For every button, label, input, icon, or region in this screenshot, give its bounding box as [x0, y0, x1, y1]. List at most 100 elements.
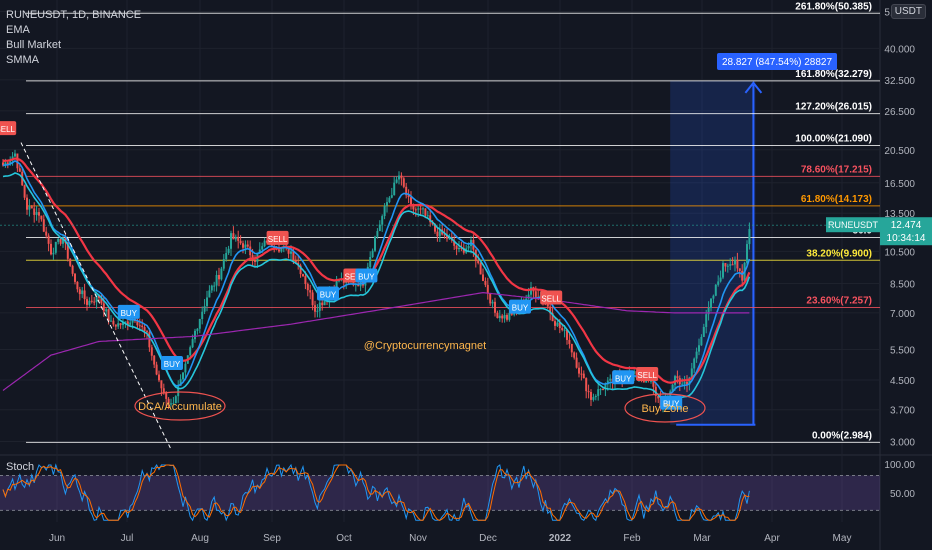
- candle-body: [261, 246, 264, 250]
- buy-zone-label: Buy Zone: [641, 403, 688, 415]
- price-chart[interactable]: 51.00040.00032.50026.50020.50016.50013.5…: [0, 0, 932, 550]
- candle-body: [90, 300, 93, 302]
- watermark-text: @Cryptocurrencymagnet: [364, 340, 486, 352]
- candle-body: [54, 241, 57, 253]
- candle-body: [534, 291, 537, 297]
- y-tick-label: 32.500: [884, 76, 915, 87]
- candle-body: [52, 252, 55, 255]
- x-tick-label: Sep: [263, 533, 281, 544]
- candle-body: [117, 323, 120, 327]
- candle-body: [196, 328, 199, 331]
- x-tick-label: May: [833, 533, 852, 544]
- candle-body: [210, 285, 213, 291]
- candle-body: [494, 301, 496, 313]
- measure-box: [670, 80, 756, 425]
- candle-body: [486, 284, 489, 294]
- candle-body: [114, 324, 117, 327]
- candle-body: [158, 374, 160, 381]
- symbol-title[interactable]: RUNEUSDT, 1D, BINANCE: [6, 8, 141, 23]
- candle-body: [683, 381, 686, 384]
- candle-body: [81, 290, 84, 295]
- candle-body: [76, 281, 79, 290]
- candle-body: [83, 290, 86, 300]
- candle-body: [93, 301, 96, 303]
- candle-body: [402, 178, 405, 187]
- candle-body: [710, 298, 712, 308]
- candle-body: [561, 328, 564, 331]
- stoch-title: Stoch: [6, 461, 34, 473]
- candle-body: [698, 345, 700, 352]
- candle-body: [484, 280, 487, 285]
- x-tick-label: Dec: [479, 533, 497, 544]
- candle-body: [141, 325, 144, 328]
- stoch-tick-label: 50.00: [890, 489, 915, 500]
- candle-body: [393, 182, 396, 196]
- currency-badge[interactable]: USDT: [890, 4, 926, 19]
- buy-signal-label: BUY: [121, 309, 138, 318]
- candle-body: [700, 336, 703, 346]
- candle-body: [508, 312, 511, 320]
- candle-body: [371, 250, 374, 257]
- candle-body: [304, 276, 307, 285]
- indicator-ema[interactable]: EMA: [6, 23, 141, 38]
- candle-body: [597, 389, 600, 396]
- candle-body: [482, 274, 484, 281]
- candle-body: [232, 233, 235, 240]
- y-tick-label: 40.000: [884, 44, 915, 55]
- candle-body: [585, 378, 588, 392]
- y-tick-label: 8.500: [890, 279, 915, 290]
- candle-body: [681, 383, 684, 385]
- fib-level-label: 261.80%(50.385): [795, 1, 872, 12]
- buy-signal-label: BUY: [358, 272, 375, 281]
- x-tick-label: Jul: [121, 533, 134, 544]
- candle-body: [110, 320, 112, 322]
- fib-level-label: 38.20%(9.900): [806, 248, 872, 259]
- candle-body: [726, 265, 729, 267]
- candle-body: [230, 233, 232, 249]
- candle-body: [165, 392, 168, 399]
- sell-signal-label: SELL: [637, 371, 657, 380]
- candle-body: [50, 243, 52, 255]
- candle-body: [138, 325, 141, 327]
- candle-body: [714, 284, 717, 296]
- y-tick-label: 16.500: [884, 179, 915, 190]
- candle-body: [88, 300, 91, 305]
- fib-level-label: 78.60%(17.215): [801, 164, 872, 175]
- candle-body: [218, 275, 220, 280]
- candle-body: [719, 277, 722, 282]
- indicator-smma[interactable]: SMMA: [6, 53, 141, 68]
- candle-body: [213, 285, 216, 287]
- candle-body: [148, 332, 151, 348]
- candle-body: [57, 238, 60, 242]
- candle-body: [234, 236, 237, 240]
- candle-body: [222, 259, 225, 269]
- candle-body: [153, 355, 156, 365]
- y-tick-label: 20.500: [884, 146, 915, 157]
- candle-body: [479, 263, 482, 275]
- candle-body: [695, 351, 698, 359]
- candle-body: [563, 329, 566, 331]
- candle-body: [501, 315, 504, 319]
- accumulate-zone-label: DCA/Accumulate: [138, 401, 222, 413]
- candle-body: [237, 236, 240, 241]
- candle-body: [609, 378, 612, 381]
- candle-body: [278, 249, 280, 252]
- candle-body: [705, 314, 708, 327]
- candle-body: [244, 244, 247, 248]
- fib-level-label: 127.20%(26.015): [795, 102, 872, 113]
- candle-body: [182, 372, 184, 380]
- candle-body: [426, 215, 429, 217]
- buy-signal-label: BUY: [512, 304, 529, 313]
- indicator-bull-market[interactable]: Bull Market: [6, 38, 141, 53]
- candle-body: [599, 389, 602, 391]
- candle-body: [318, 302, 321, 311]
- candle-body: [162, 388, 165, 393]
- y-tick-label: 3.000: [890, 438, 915, 449]
- candle-body: [129, 322, 132, 325]
- candle-body: [424, 208, 427, 216]
- candle-body: [587, 391, 590, 393]
- sell-signal-label: SELL: [268, 235, 288, 244]
- candle-body: [239, 240, 242, 244]
- candle-body: [395, 179, 398, 183]
- candle-body: [227, 248, 230, 253]
